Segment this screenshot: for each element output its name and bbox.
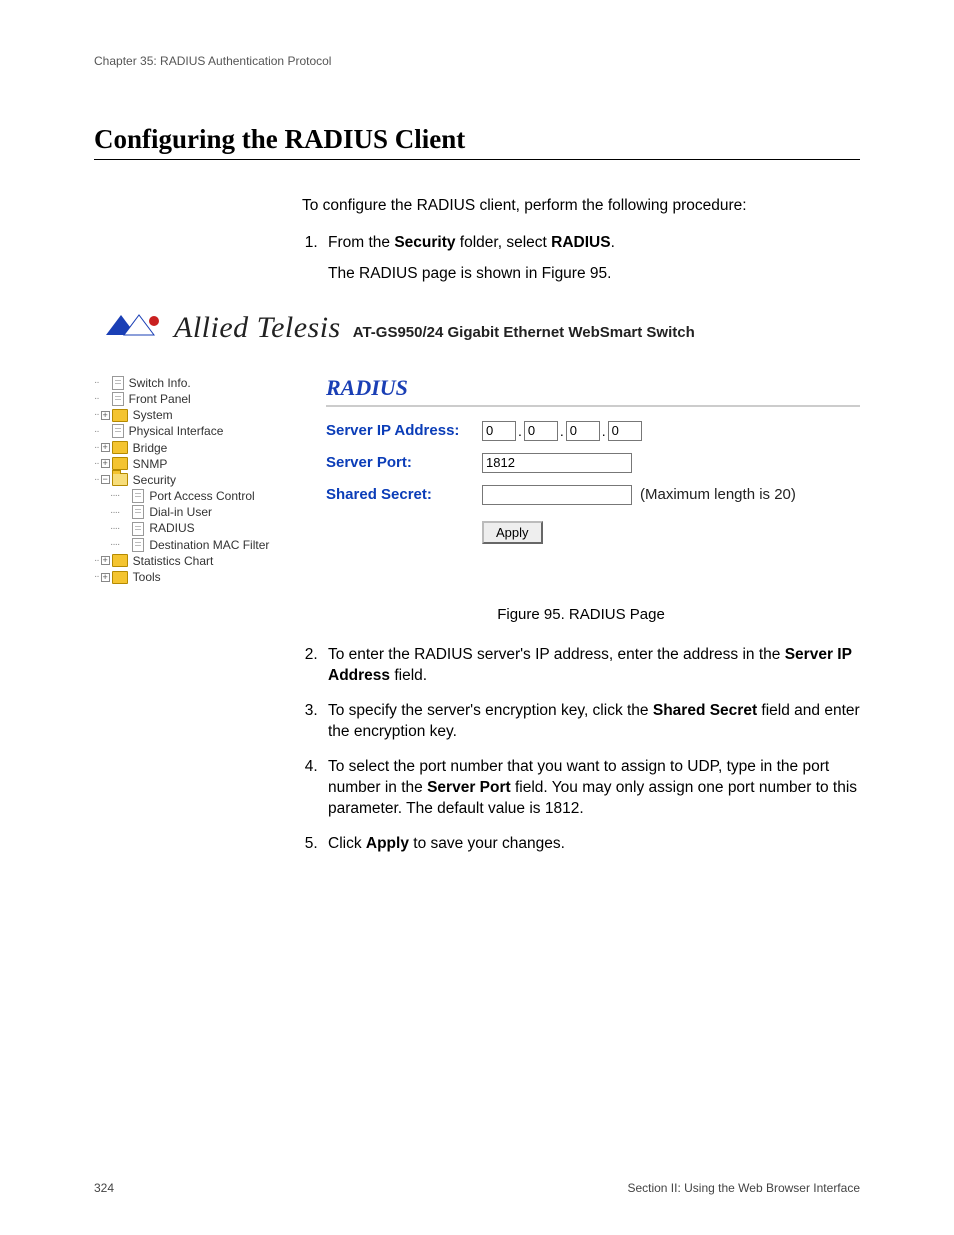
tree-item-label: Bridge	[133, 440, 168, 456]
page-icon	[112, 376, 124, 390]
folder-open-icon	[112, 473, 128, 486]
expand-icon[interactable]: +	[101, 556, 110, 565]
intro-text: To configure the RADIUS client, perform …	[302, 196, 860, 217]
tree-item[interactable]: ··+ Tools	[94, 569, 284, 585]
tree-item[interactable]: ··+ Statistics Chart	[94, 553, 284, 569]
label-server-ip: Server IP Address:	[326, 422, 482, 439]
procedure-list: From the Security folder, select RADIUS.…	[302, 233, 860, 285]
tree-item-label: Dial-in User	[149, 504, 212, 520]
brand-logo-icon	[106, 313, 162, 337]
panel-title: RADIUS	[326, 375, 860, 401]
folder-closed-icon	[112, 441, 128, 454]
step-2: To enter the RADIUS server's IP address,…	[322, 645, 860, 687]
tree-item-label: Tools	[133, 569, 161, 585]
server-port-input[interactable]	[482, 453, 632, 473]
ip-octet-3[interactable]	[566, 421, 600, 441]
page-icon	[132, 522, 144, 536]
expand-icon[interactable]: +	[101, 573, 110, 582]
folder-closed-icon	[112, 409, 128, 422]
folder-closed-icon	[112, 457, 128, 470]
step-1-result: The RADIUS page is shown in Figure 95.	[328, 264, 860, 285]
ip-octet-4[interactable]	[608, 421, 642, 441]
step-3: To specify the server's encryption key, …	[322, 701, 860, 743]
tree-guide-icon: ····	[110, 538, 119, 552]
tree-item-label: Statistics Chart	[133, 553, 214, 569]
procedure-list-cont: To enter the RADIUS server's IP address,…	[302, 645, 860, 854]
collapse-icon[interactable]: −	[101, 475, 110, 484]
page-footer: 324 Section II: Using the Web Browser In…	[94, 1181, 860, 1195]
ip-octet-1[interactable]	[482, 421, 516, 441]
figure-caption: Figure 95. RADIUS Page	[302, 605, 860, 625]
page-number: 324	[94, 1181, 114, 1195]
tree-guide-icon: ··	[94, 473, 99, 487]
apply-button[interactable]: Apply	[482, 521, 543, 544]
tree-guide-icon: ····	[110, 522, 119, 536]
section-label: Section II: Using the Web Browser Interf…	[627, 1181, 860, 1195]
tree-item[interactable]: ··+ Bridge	[94, 440, 284, 456]
tree-guide-icon: ····	[110, 506, 119, 520]
tree-guide-icon: ··	[94, 408, 99, 422]
figure-screenshot: Allied Telesis AT-GS950/24 Gigabit Ether…	[94, 311, 860, 585]
ip-octet-2[interactable]	[524, 421, 558, 441]
page-icon	[112, 424, 124, 438]
tree-item-label: Security	[133, 472, 176, 488]
chapter-header: Chapter 35: RADIUS Authentication Protoc…	[94, 54, 860, 68]
page-icon	[132, 505, 144, 519]
tree-item[interactable]: ··+ System	[94, 407, 284, 423]
tree-item[interactable]: ···· Port Access Control	[94, 488, 284, 504]
expand-icon[interactable]: +	[101, 443, 110, 452]
tree-guide-icon: ··	[94, 554, 99, 568]
tree-item[interactable]: ···· Destination MAC Filter	[94, 537, 284, 553]
tree-item[interactable]: ··− Security	[94, 472, 284, 488]
tree-item[interactable]: ··+ SNMP	[94, 456, 284, 472]
tree-guide-icon: ··	[94, 457, 99, 471]
folder-closed-icon	[112, 554, 128, 567]
tree-guide-icon: ··	[94, 570, 99, 584]
step-5: Click Apply to save your changes.	[322, 834, 860, 855]
row-server-ip: Server IP Address: . . .	[326, 421, 860, 441]
tree-guide-icon: ··	[94, 392, 99, 406]
tree-guide-icon: ··	[94, 425, 99, 439]
step-4: To select the port number that you want …	[322, 757, 860, 820]
label-shared-secret: Shared Secret:	[326, 486, 482, 503]
tree-item[interactable]: ···· Dial-in User	[94, 504, 284, 520]
shared-secret-input[interactable]	[482, 485, 632, 505]
page-title: Configuring the RADIUS Client	[94, 124, 860, 155]
folder-closed-icon	[112, 571, 128, 584]
expand-icon[interactable]: +	[101, 411, 110, 420]
brand-name: Allied Telesis	[174, 311, 341, 345]
step-1: From the Security folder, select RADIUS.…	[322, 233, 860, 285]
tree-item-label: Port Access Control	[149, 488, 254, 504]
page-icon	[132, 489, 144, 503]
title-rule	[94, 159, 860, 160]
tree-item-label: Front Panel	[129, 391, 191, 407]
brand-subtitle: AT-GS950/24 Gigabit Ethernet WebSmart Sw…	[353, 324, 695, 341]
tree-item-label: SNMP	[133, 456, 168, 472]
expand-icon[interactable]: +	[101, 459, 110, 468]
tree-item-label: System	[133, 407, 173, 423]
tree-item-label: Destination MAC Filter	[149, 537, 269, 553]
shared-secret-hint: (Maximum length is 20)	[640, 486, 796, 503]
tree-item-label: RADIUS	[149, 520, 194, 536]
row-server-port: Server Port:	[326, 453, 860, 473]
tree-item[interactable]: ·· Physical Interface	[94, 423, 284, 439]
panel-rule	[326, 405, 860, 407]
tree-item[interactable]: ···· RADIUS	[94, 520, 284, 536]
tree-item[interactable]: ·· Switch Info.	[94, 375, 284, 391]
label-server-port: Server Port:	[326, 454, 482, 471]
nav-tree: ··Switch Info.··Front Panel··+System··Ph…	[94, 375, 284, 585]
row-shared-secret: Shared Secret: (Maximum length is 20)	[326, 485, 860, 505]
brand-header: Allied Telesis AT-GS950/24 Gigabit Ether…	[94, 311, 860, 345]
tree-guide-icon: ··	[94, 441, 99, 455]
tree-item[interactable]: ·· Front Panel	[94, 391, 284, 407]
tree-item-label: Switch Info.	[129, 375, 191, 391]
tree-guide-icon: ··	[94, 376, 99, 390]
radius-panel: RADIUS Server IP Address: . . . Server P…	[324, 375, 860, 585]
tree-item-label: Physical Interface	[129, 423, 224, 439]
tree-guide-icon: ····	[110, 489, 119, 503]
page-icon	[112, 392, 124, 406]
page-icon	[132, 538, 144, 552]
